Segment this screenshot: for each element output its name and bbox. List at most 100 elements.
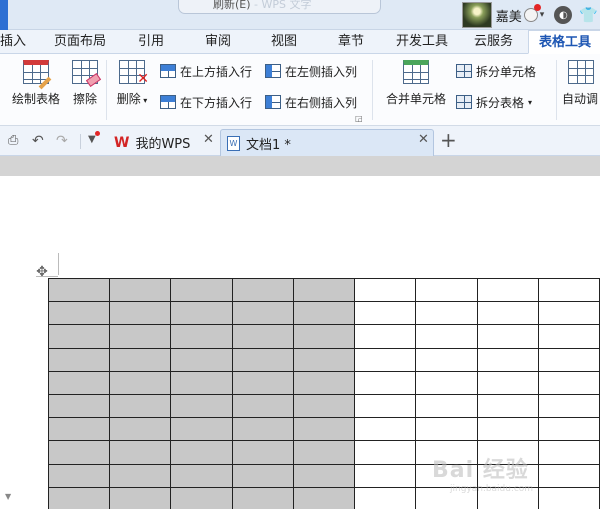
table-cell[interactable] [537, 301, 600, 326]
table-cell-selected[interactable] [170, 417, 233, 442]
table-cell-selected[interactable] [47, 347, 111, 372]
tab-developer[interactable]: 开发工具 [396, 30, 448, 54]
table-cell-selected[interactable] [109, 347, 172, 372]
table-cell-selected[interactable] [47, 417, 111, 442]
table-cell[interactable] [415, 347, 478, 372]
table-cell-selected[interactable] [292, 277, 356, 303]
tab-my-wps[interactable]: W 我的WPS [108, 129, 218, 156]
insert-row-above-button[interactable]: 在上方插入行 [160, 61, 252, 81]
table-cell[interactable] [476, 370, 539, 395]
table-cell[interactable] [354, 393, 417, 419]
tab-view[interactable]: 视图 [271, 30, 297, 54]
table-cell[interactable] [415, 301, 478, 326]
table-cell-selected[interactable] [292, 324, 356, 349]
table-cell[interactable] [415, 417, 478, 442]
table-cell-selected[interactable] [170, 486, 233, 509]
shirt-icon[interactable]: 👕 [579, 6, 598, 24]
tab-cloud[interactable]: 云服务 [474, 30, 513, 54]
merge-cells-button[interactable]: 合并单元格 [380, 60, 452, 107]
app-menu-edge[interactable] [0, 0, 8, 30]
table-cell-selected[interactable] [170, 463, 233, 488]
user-name[interactable]: 嘉美 [496, 6, 522, 25]
scroll-down-icon[interactable]: ▼ [5, 492, 11, 501]
table-cell-selected[interactable] [170, 277, 233, 303]
table-cell[interactable] [354, 417, 417, 442]
tab-references[interactable]: 引用 [138, 30, 164, 54]
table-cell[interactable] [537, 370, 600, 395]
insert-col-left-button[interactable]: 在左侧插入列 [265, 61, 357, 81]
insert-row-below-button[interactable]: 在下方插入行 [160, 92, 252, 112]
redo-icon[interactable]: ↷ [56, 133, 68, 149]
table-cell-selected[interactable] [292, 486, 356, 509]
close-icon[interactable]: ✕ [418, 132, 429, 147]
table-cell-selected[interactable] [47, 370, 111, 395]
table-cell-selected[interactable] [231, 417, 294, 442]
table-cell-selected[interactable] [170, 370, 233, 395]
table-cell-selected[interactable] [170, 440, 233, 465]
table-cell-selected[interactable] [109, 486, 172, 509]
erase-button[interactable]: 擦除 [68, 60, 102, 107]
table-cell[interactable] [354, 277, 417, 303]
table-cell[interactable] [354, 370, 417, 395]
insert-col-right-button[interactable]: 在右侧插入列 [265, 92, 357, 112]
table-cell-selected[interactable] [109, 393, 172, 419]
table-cell[interactable] [476, 417, 539, 442]
skin-icon[interactable]: ◐ [554, 6, 573, 24]
table-cell-selected[interactable] [231, 301, 294, 326]
undo-icon[interactable]: ↶ [32, 133, 44, 149]
table-cell-selected[interactable] [109, 277, 172, 303]
table-cell-selected[interactable] [170, 301, 233, 326]
table-cell[interactable] [354, 347, 417, 372]
table-cell-selected[interactable] [292, 440, 356, 465]
avatar[interactable] [461, 2, 492, 28]
table-cell[interactable] [476, 347, 539, 372]
table-cell-selected[interactable] [170, 347, 233, 372]
table-cell-selected[interactable] [292, 393, 356, 419]
table-cell-selected[interactable] [231, 440, 294, 465]
table-cell[interactable] [537, 393, 600, 419]
draw-table-button[interactable]: 绘制表格 [8, 60, 64, 107]
table-cell-selected[interactable] [231, 347, 294, 372]
dialog-launcher-icon[interactable]: ◲ [355, 114, 363, 123]
table-cell-selected[interactable] [47, 440, 111, 465]
table-cell[interactable] [476, 277, 539, 303]
tab-page-layout[interactable]: 页面布局 [54, 30, 106, 54]
table-cell-selected[interactable] [109, 301, 172, 326]
table-cell[interactable] [537, 417, 600, 442]
table-cell-selected[interactable] [109, 370, 172, 395]
tab-insert[interactable]: 插入 [0, 30, 26, 54]
table-cell-selected[interactable] [109, 417, 172, 442]
pin-icon[interactable]: ▼ [88, 131, 100, 145]
table-cell-selected[interactable] [109, 440, 172, 465]
tab-document-1[interactable]: W 文档1 * [220, 129, 434, 156]
table-cell-selected[interactable] [231, 393, 294, 419]
table-cell-selected[interactable] [231, 324, 294, 349]
table-cell[interactable] [537, 277, 600, 303]
table-cell[interactable] [476, 393, 539, 419]
table-cell[interactable] [415, 324, 478, 349]
table-cell[interactable] [354, 324, 417, 349]
table-cell-selected[interactable] [292, 463, 356, 488]
table-cell-selected[interactable] [292, 370, 356, 395]
print-preview-icon[interactable]: ⎙ [8, 133, 18, 149]
table-cell[interactable] [354, 486, 417, 509]
chevron-down-icon[interactable]: ▾ [540, 10, 545, 20]
new-tab-icon[interactable]: + [440, 130, 457, 150]
table-cell-selected[interactable] [109, 324, 172, 349]
table-cell-selected[interactable] [231, 486, 294, 509]
table-cell-selected[interactable] [231, 370, 294, 395]
table-cell-selected[interactable] [231, 463, 294, 488]
table-cell-selected[interactable] [47, 486, 111, 509]
auto-adjust-button[interactable]: 自动调 [562, 60, 600, 107]
table-cell-selected[interactable] [170, 393, 233, 419]
table-cell[interactable] [415, 370, 478, 395]
tab-sections[interactable]: 章节 [338, 30, 364, 54]
table-cell-selected[interactable] [47, 393, 111, 419]
table-cell[interactable] [476, 301, 539, 326]
tab-table-tools[interactable]: 表格工具 [528, 30, 600, 54]
table-cell-selected[interactable] [47, 324, 111, 349]
table-cell-selected[interactable] [47, 463, 111, 488]
table-cell[interactable] [537, 347, 600, 372]
close-icon[interactable]: ✕ [203, 132, 214, 147]
delete-button[interactable]: ✕ 删除 ▾ [112, 60, 152, 107]
